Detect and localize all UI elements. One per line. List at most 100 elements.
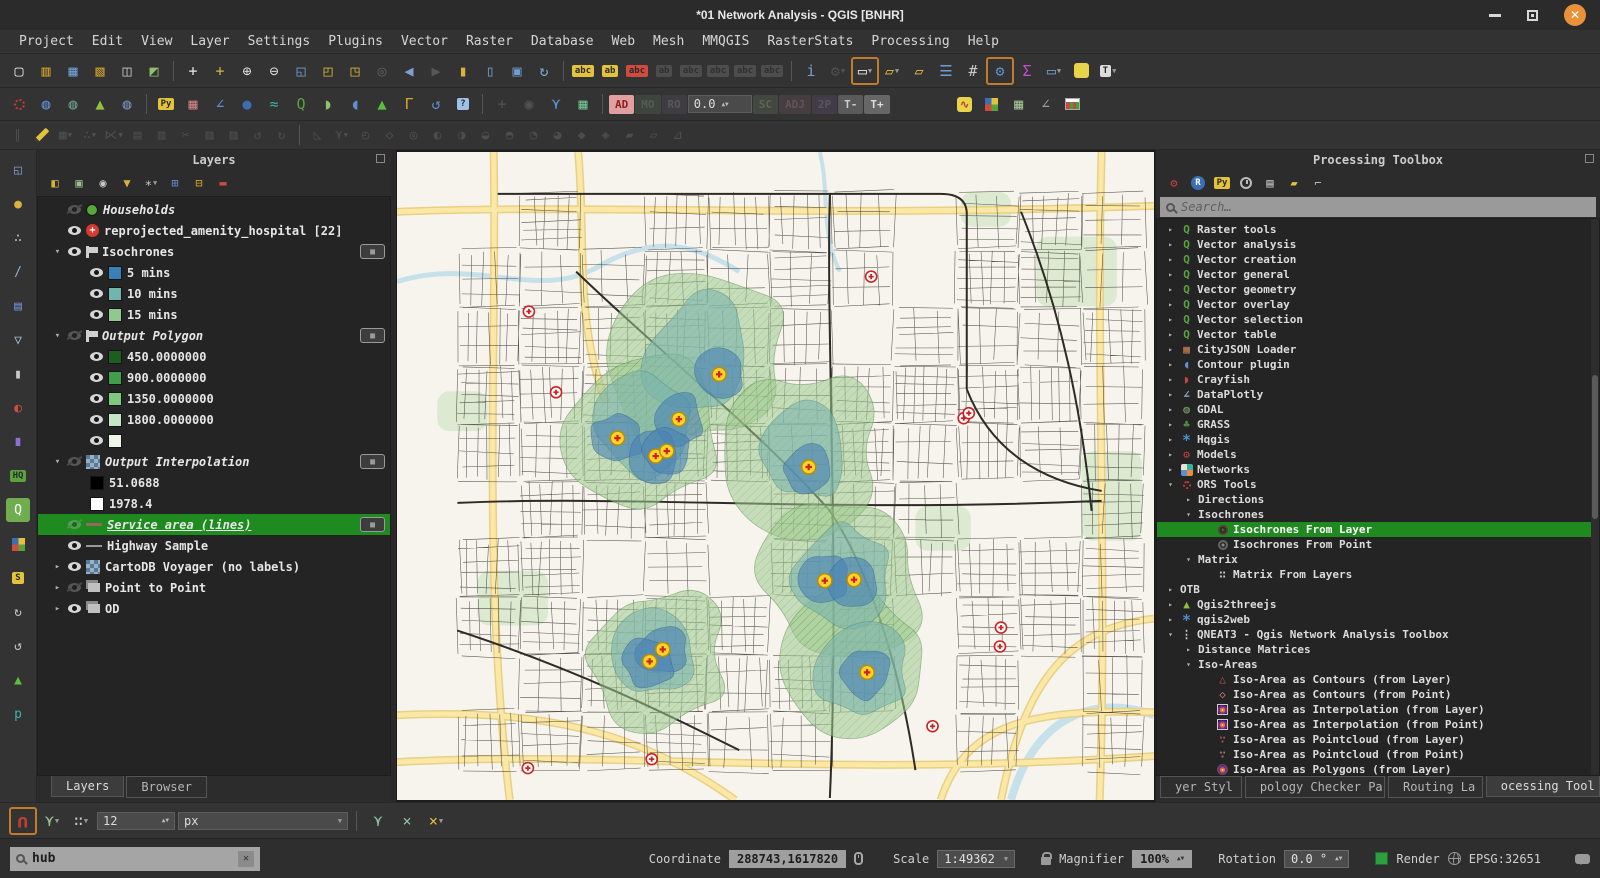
add-mesh-layer-icon[interactable]: ▤ bbox=[6, 294, 30, 318]
split-parts-icon[interactable]: ◈ bbox=[594, 124, 617, 147]
angle-spinner[interactable]: 0.0▲▼ bbox=[688, 95, 752, 113]
add-line-layer-icon[interactable]: / bbox=[6, 260, 30, 284]
table-manager-icon[interactable]: ▦ bbox=[1006, 91, 1032, 117]
metasearch-icon[interactable]: ◍ bbox=[60, 91, 86, 117]
chevron-right-icon[interactable]: ▸ bbox=[1165, 225, 1176, 234]
menu-rasterstats[interactable]: RasterStats bbox=[758, 32, 862, 51]
new-bookmark-icon[interactable]: ▮ bbox=[450, 58, 476, 84]
menu-layer[interactable]: Layer bbox=[181, 32, 238, 51]
toolbox-item[interactable]: ▸◗Crayfish bbox=[1157, 372, 1599, 387]
toolbox-item[interactable]: ▸◍GDAL bbox=[1157, 402, 1599, 417]
chevron-right-icon[interactable]: ▸ bbox=[1165, 600, 1176, 609]
layer-row[interactable]: ▾Output Interpolation▦ bbox=[38, 451, 390, 472]
minimize-button[interactable] bbox=[1489, 14, 1501, 17]
mo-button[interactable]: MO bbox=[635, 95, 660, 114]
messages-icon[interactable] bbox=[1575, 854, 1590, 864]
hammer-icon[interactable]: Γ bbox=[396, 91, 422, 117]
toolbox-item[interactable]: ∷Matrix From Layers bbox=[1157, 567, 1599, 582]
menu-database[interactable]: Database bbox=[522, 32, 603, 51]
layer-row[interactable]: ▾Output Polygon▦ bbox=[38, 325, 390, 346]
layer-indicator-chip[interactable]: ▦ bbox=[360, 454, 385, 469]
visibility-eye-icon[interactable] bbox=[90, 268, 103, 277]
select-by-value-icon[interactable]: ▱▼ bbox=[879, 58, 905, 84]
toggle-editing-icon[interactable] bbox=[30, 124, 53, 147]
layout-manager-icon[interactable]: ◫ bbox=[114, 58, 140, 84]
filter-legend-icon[interactable]: ▼ bbox=[117, 173, 137, 193]
menu-web[interactable]: Web bbox=[603, 32, 644, 51]
topological-editing-icon[interactable]: ⋎ bbox=[365, 808, 391, 834]
toolbox-item[interactable]: Isochrones From Layer bbox=[1157, 522, 1599, 537]
layer-row[interactable]: Households bbox=[38, 199, 390, 220]
chevron-right-icon[interactable]: ▸ bbox=[1165, 435, 1176, 444]
toolbox-item[interactable]: ▸*qgis2web bbox=[1157, 612, 1599, 627]
zoom-to-layer-icon[interactable]: ◰ bbox=[315, 58, 341, 84]
adj-button[interactable]: ADJ bbox=[779, 95, 811, 114]
label-toolbar-1-icon[interactable]: ab bbox=[651, 58, 677, 84]
layer-indicator-chip[interactable]: ▦ bbox=[360, 244, 385, 259]
delete-selected-icon[interactable]: ▥ bbox=[150, 124, 173, 147]
toolbox-item[interactable]: ▸QVector creation bbox=[1157, 252, 1599, 267]
menu-edit[interactable]: Edit bbox=[83, 32, 132, 51]
slyr-icon[interactable]: S bbox=[6, 566, 30, 590]
paste-features-icon[interactable]: ▨ bbox=[222, 124, 245, 147]
ors-tools-icon[interactable] bbox=[6, 91, 32, 117]
layers-panel-tab[interactable]: Browser bbox=[126, 776, 207, 798]
web-plugin-icon[interactable]: ◍ bbox=[33, 91, 59, 117]
chevron-right-icon[interactable]: ▸ bbox=[1165, 360, 1176, 369]
layer-row[interactable]: 10 mins bbox=[38, 283, 390, 304]
mmqgis-icon[interactable]: ◍ bbox=[114, 91, 140, 117]
chevron-right-icon[interactable]: ▸ bbox=[1183, 645, 1194, 654]
chevron-down-icon[interactable]: ▾ bbox=[52, 247, 63, 257]
visibility-eye-icon[interactable] bbox=[68, 583, 81, 592]
layers-panel-tab[interactable]: Layers bbox=[51, 776, 124, 797]
plot-gray-icon[interactable]: ∠ bbox=[1033, 91, 1059, 117]
layer-row[interactable]: 1978.4 bbox=[38, 493, 390, 514]
layer-row[interactable]: 1800.0000000 bbox=[38, 409, 390, 430]
toolbox-item[interactable]: ▸▦CityJSON Loader bbox=[1157, 342, 1599, 357]
osm-search-icon[interactable]: Q bbox=[6, 498, 30, 522]
chevron-down-icon[interactable]: ▾ bbox=[52, 331, 63, 341]
undo-icon[interactable]: ↺ bbox=[246, 124, 269, 147]
layer-row[interactable]: 5 mins bbox=[38, 262, 390, 283]
reload-icon[interactable]: ↻ bbox=[6, 600, 30, 624]
open-project-icon[interactable]: ▥ bbox=[33, 58, 59, 84]
add-ring-icon[interactable]: ◎ bbox=[402, 124, 425, 147]
chevron-right-icon[interactable]: ▸ bbox=[1165, 270, 1176, 279]
processing-toolbox-icon[interactable]: ⚙ bbox=[987, 58, 1013, 84]
layer-row[interactable]: 450.0000000 bbox=[38, 346, 390, 367]
chevron-right-icon[interactable]: ▸ bbox=[1165, 315, 1176, 324]
trim-extend-icon[interactable]: ⊿ bbox=[666, 124, 689, 147]
chevron-right-icon[interactable]: ▸ bbox=[52, 604, 63, 614]
chevron-right-icon[interactable]: ▸ bbox=[52, 583, 63, 593]
chevron-down-icon[interactable]: ▾ bbox=[1183, 555, 1194, 564]
coordinate-field[interactable]: 288743,1617820 bbox=[729, 850, 846, 868]
chevron-right-icon[interactable]: ▸ bbox=[1165, 420, 1176, 429]
crs-globe-icon[interactable] bbox=[1448, 852, 1461, 865]
toolbox-search-input[interactable]: Search… bbox=[1160, 197, 1596, 217]
ad-button[interactable]: AD bbox=[609, 95, 634, 114]
visibility-eye-icon[interactable] bbox=[90, 310, 103, 319]
scale-lock-icon[interactable] bbox=[1041, 857, 1051, 865]
toolbox-item[interactable]: Iso-Area as Interpolation (from Layer) bbox=[1157, 702, 1599, 717]
chevron-right-icon[interactable]: ▸ bbox=[1165, 300, 1176, 309]
snapping-tolerance-spinner[interactable]: 12▲▼ bbox=[97, 812, 175, 830]
toolbox-item[interactable]: ▸QVector geometry bbox=[1157, 282, 1599, 297]
visibility-eye-icon[interactable] bbox=[68, 247, 81, 256]
add-group-icon[interactable]: ▣ bbox=[69, 173, 89, 193]
zoom-last-icon[interactable]: ◀ bbox=[396, 58, 422, 84]
visibility-eye-icon[interactable] bbox=[90, 415, 103, 424]
dataplotly-icon[interactable]: ▦ bbox=[180, 91, 206, 117]
ro-button[interactable]: RO bbox=[662, 95, 687, 114]
open-layer-styling-icon[interactable]: ◧ bbox=[45, 173, 65, 193]
toolbox-item[interactable]: ▾⋮QNEAT3 - Qgis Network Analysis Toolbox bbox=[1157, 627, 1599, 642]
toolbox-item[interactable]: ▸◖Contour plugin bbox=[1157, 357, 1599, 372]
gdal-tools-icon[interactable]: ▲ bbox=[6, 668, 30, 692]
zoom-next-icon[interactable]: ▶ bbox=[423, 58, 449, 84]
toolbox-item[interactable]: ▸QRaster tools bbox=[1157, 222, 1599, 237]
toolbox-item[interactable]: ▸QVector overlay bbox=[1157, 297, 1599, 312]
menu-settings[interactable]: Settings bbox=[239, 32, 320, 51]
statistics-icon[interactable]: Σ bbox=[1014, 58, 1040, 84]
toolbox-item[interactable]: ∵Iso-Area as Pointcloud (from Point) bbox=[1157, 747, 1599, 762]
snapping-type-icon[interactable]: ∷▼ bbox=[68, 808, 94, 834]
sld4raster-icon[interactable] bbox=[979, 91, 1005, 117]
